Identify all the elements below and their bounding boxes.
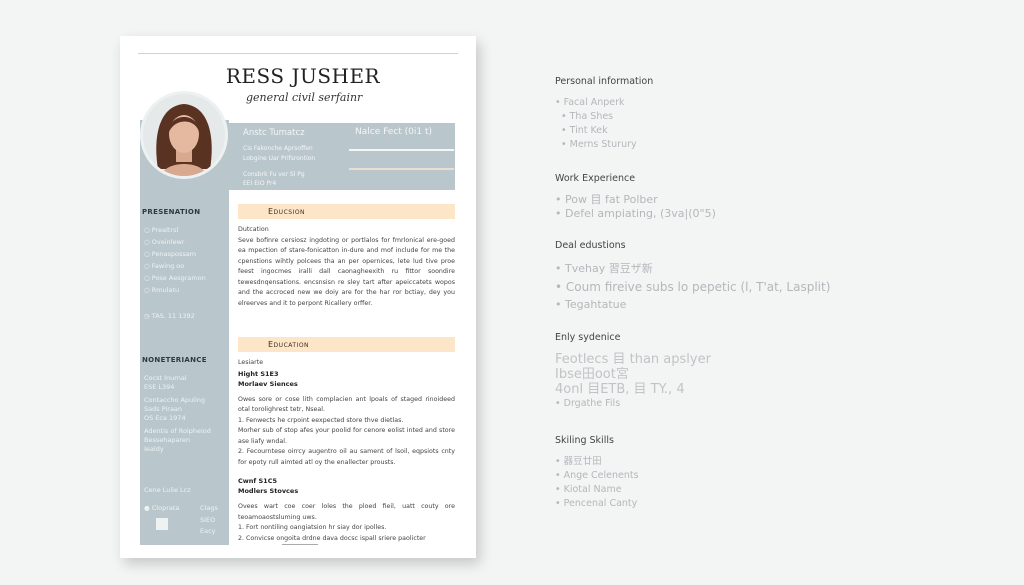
panel-text: 4onl 目ETB, 目 TY., 4 [555,382,685,397]
sidebar-item: ○ Pose Aesgramon [144,274,206,282]
panel-section-skills: Skiling Skills • 器豆廿田 • Ange Celenents •… [555,435,639,511]
panel-item: • Pow 目 fat Polber [555,193,658,206]
panel-item: • Tha Shes [561,111,614,122]
sidebar-item: Adentis of Roipheiod [144,427,211,435]
sidebar-item: Contaccho Apuling [144,396,206,404]
entry-org: Morlaev Siences [238,379,298,388]
band-text: Consbrk Fu ver Sl Pg [243,171,305,178]
panel-item: • 器豆廿田 [555,456,602,467]
entry-text: Ovees wart coe coer loles the ploed fiei… [238,503,455,521]
panel-item: • Facal Anperk [555,97,625,108]
resume-sidebar: PRESENATION ○ Prealtrsl ○ Oveinlewr ○ Pe… [140,120,229,545]
panel-section-work: Work Experience • Pow 目 fat Polber • Def… [555,173,716,221]
panel-item: • Tegahtatue [555,298,627,311]
section-text: Seve bofinre cersiosz ingdoting or portl… [238,236,455,307]
section-subtitle: Lesiarte [238,359,264,366]
sidebar-item: Sads Piraan [144,405,183,413]
panel-item: • Tint Kek [561,125,608,136]
panel-item: • Drgathe Fils [555,398,621,409]
sidebar-footer-item: ● Cloprata [144,504,180,512]
sidebar-item: Iealdy [144,445,164,453]
education-section: Education Lesiarte Hight S1E3 Morlaev Si… [238,337,455,544]
divider [138,53,458,54]
panel-item: • Defel ampiating, (3va|(0"5) [555,207,716,220]
document-icon [156,518,168,530]
education-section: Educsion Dutcation Seve bofinre cersiosz… [238,204,455,309]
sidebar-item: ○ Fawing oo [144,262,185,270]
sidebar-footer-label: Cene Lulie Lcz [144,486,191,494]
sidebar-item: ESE L394 [144,383,175,391]
entry-item: 2. Convicse ongoita drdne dava docsc isp… [238,534,426,542]
panel-heading: Work Experience [555,173,636,184]
band-text: EEI EIO Pr4 [243,180,277,187]
section-subtitle: Dutcation [238,226,269,233]
entry-org: Modlers Stovces [238,487,299,495]
entry-item: 1. Fort nontiling oangiatsion hr siay do… [238,524,387,531]
sidebar-item: ○ Prealtrsl [144,226,179,234]
panel-section-personal: Personal information • Facal Anperk • Th… [555,76,653,152]
sidebar-phone: ◷ TAS. 11 1392 [144,312,195,320]
sidebar-item: ○ Oveinlewr [144,238,185,246]
section-header: Educsion [238,204,455,219]
panel-heading: Enly sydenice [555,332,621,343]
resume-name: RESS JUSHER [225,64,381,88]
panel-section-education: Deal edustions • Tvehay 習豆ザ新 • Coum fire… [555,240,830,314]
sidebar-item: ○ Penaspossam [144,250,197,258]
sidebar-heading: PRESENATION [142,208,201,216]
panel-item: • Merns Sturury [561,139,637,150]
band-title: Anstc Tumatcz [243,128,305,138]
entry-text: Owes sore or cose lith complacien ant lp… [238,395,455,414]
entry-item: 1. Fenwects he crpoint eexpected store t… [238,416,404,424]
panel-item: • Kiotal Name [555,484,622,495]
entry-item: Morher sub of stop afes your poolid for … [238,427,455,445]
panel-heading: Deal edustions [555,240,626,251]
entry-title: Hight S1E3 [238,369,279,378]
resume-subtitle: general civil serfainr [246,91,363,104]
sidebar-list: ○ Prealtrsl ○ Oveinlewr ○ Penaspossam ○ … [144,224,206,296]
page-footer-line [282,544,318,545]
band-divider [349,149,454,151]
entry-item: 2. Fecourntese oirrcy augentro oil au sa… [238,448,455,466]
panel-item: • Tvehay 習豆ザ新 [555,262,653,275]
sidebar-item: Cocst Inurnal [144,374,187,382]
entry-title: Cwnf S1C5 [238,477,277,485]
resume-page: RESS JUSHER general civil serfainr PRESE… [120,36,476,558]
sidebar-footer-item: Eacy [200,527,216,535]
panel-heading: Skiling Skills [555,435,614,446]
sidebar-item: OS Eca 1974 [144,414,186,422]
panel-heading: Personal information [555,76,654,87]
band-title: Nalce Fect (0i1 t) [355,127,433,137]
band-divider [349,168,454,170]
sidebar-item: Bessehaparen [144,436,191,444]
avatar [140,91,228,179]
panel-text: Feotlecs 目 than apslyer [555,352,711,367]
panel-text: Ibse田oot宮 [555,367,629,382]
panel-item: • Coum fireive subs lo pepetic (l, T'at,… [555,280,831,294]
band-text: Lobgine Uar Prifsrontion [243,155,316,162]
sidebar-item: ○ Rmulatu [144,286,180,294]
contact-band: Anstc Tumatcz Nalce Fect (0i1 t) Cis Fak… [229,123,455,190]
panel-item: • Pencenal Canty [555,498,638,509]
band-text: Cis Fakonche Aprsoffen [243,145,313,152]
sidebar-footer-item: Clags [200,504,218,512]
panel-section-evidence: Enly sydenice Feotlecs 目 than apslyer Ib… [555,332,711,411]
sidebar-list: Cocst Inurnal ESE L394 Contaccho Apuling… [144,374,211,454]
panel-item: • Ange Celenents [555,470,639,481]
sidebar-heading: NONETERIANCE [142,356,207,364]
section-header: Education [238,337,455,352]
